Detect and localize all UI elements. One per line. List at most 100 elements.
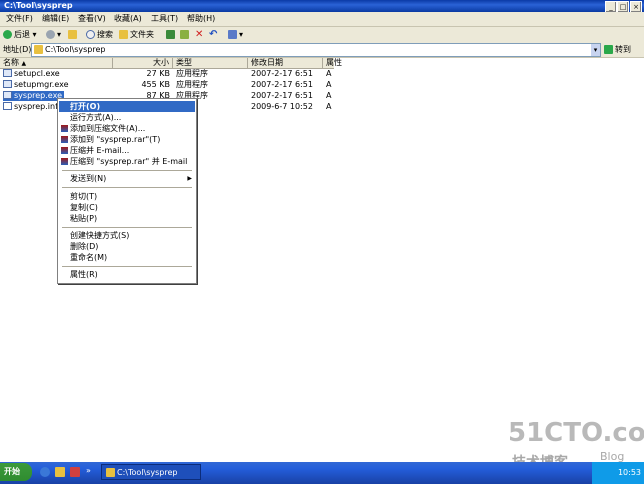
winrar-icon [61,136,68,143]
ctx-copy[interactable]: 复制(C) [59,202,195,213]
file-row[interactable]: setupmgr.exe 455 KB 应用程序 2007-2-17 6:51 … [0,80,334,90]
menu-separator [62,170,192,171]
column-type[interactable]: 类型 [173,58,248,68]
address-input[interactable]: C:\Tool\sysprep ▾ [31,43,601,57]
ctx-open[interactable]: 打开(O) [59,101,195,112]
menu-separator [62,227,192,228]
menu-help[interactable]: 帮助(H) [187,12,215,26]
file-size: 455 KB [141,80,170,89]
file-type: 应用程序 [176,80,208,89]
ctx-add-archive[interactable]: 添加到压缩文件(A)... [59,123,195,134]
ctx-rename[interactable]: 重命名(M) [59,252,195,263]
folder-icon [34,45,43,54]
file-name: sysprep.exe [3,91,64,101]
go-label: 转到 [615,45,631,54]
taskbar-window-item[interactable]: C:\Tool\sysprep [101,464,201,480]
forward-button[interactable]: ▾ [46,27,61,42]
views-button[interactable]: ▾ [228,27,243,42]
ctx-properties[interactable]: 属性(R) [59,269,195,280]
delete-button[interactable]: ✕ [195,27,203,42]
column-header: 名称 ▲ 大小 类型 修改日期 属性 [0,58,342,69]
system-tray: 10:53 [592,462,644,484]
delete-x-icon: ✕ [195,29,204,40]
folders-button[interactable]: 文件夹 [119,27,154,42]
file-modified: 2007-2-17 6:51 [251,69,313,78]
undo-icon: ↶ [209,29,218,40]
column-attr[interactable]: 属性 [323,58,342,68]
ctx-shortcut[interactable]: 创建快捷方式(S) [59,230,195,241]
go-button[interactable]: 转到 [604,42,631,57]
search-label: 搜索 [97,30,113,39]
menu-favorites[interactable]: 收藏(A) [114,12,142,26]
file-attr: A [326,91,332,100]
address-label: 地址(D) [3,45,32,54]
file-attr: A [326,80,332,89]
ie-icon[interactable] [40,467,50,477]
search-button[interactable]: 搜索 [86,27,113,42]
search-icon [86,30,95,39]
back-label: 后退 [14,30,30,39]
taskbar: 开始 » C:\Tool\sysprep 10:53 [0,462,644,484]
menu-tools[interactable]: 工具(T) [151,12,178,26]
file-modified: 2007-2-17 6:51 [251,80,313,89]
ctx-runas[interactable]: 运行方式(A)... [59,112,195,123]
inf-file-icon [3,102,12,110]
address-dropdown-icon[interactable]: ▾ [591,44,600,56]
file-name: setupcl.exe [3,69,60,79]
file-attr: A [326,102,332,111]
exe-file-icon [3,69,12,77]
title-bar: C:\Tool\sysprep _ □ × [0,0,644,13]
copy-to-button[interactable] [180,27,191,42]
explorer-icon[interactable] [55,467,65,477]
quicklaunch-more-icon[interactable]: » [86,466,91,475]
exe-file-icon [3,91,12,99]
address-bar: 地址(D) C:\Tool\sysprep ▾ 转到 [0,42,644,58]
move-to-button[interactable] [166,27,177,42]
views-icon [228,30,237,39]
menu-separator [62,266,192,267]
ctx-cut[interactable]: 剪切(T) [59,191,195,202]
menu-edit[interactable]: 编辑(E) [42,12,69,26]
exe-file-icon [3,80,12,88]
column-modified[interactable]: 修改日期 [248,58,323,68]
address-value: C:\Tool\sysprep [45,45,106,54]
file-size: 27 KB [146,69,170,78]
ctx-sendto[interactable]: 发送到(N) ▶ [59,173,195,184]
file-type: 应用程序 [176,69,208,78]
move-to-icon [166,30,175,39]
menu-view[interactable]: 查看(V) [78,12,106,26]
winrar-icon [61,158,68,165]
clock: 10:53 [617,468,641,477]
submenu-arrow-icon: ▶ [187,175,192,182]
folders-label: 文件夹 [130,30,154,39]
file-name: sysprep.inf [3,102,58,112]
winrar-icon [61,125,68,132]
copy-to-icon [180,30,189,39]
watermark-logo: 51CTO.com [508,418,644,448]
undo-button[interactable]: ↶ [209,27,217,42]
file-name: setupmgr.exe [3,80,69,90]
back-button[interactable]: 后退 ▾ [3,27,37,42]
go-arrow-icon [604,45,613,54]
app-icon[interactable] [70,467,80,477]
toolbar: 后退 ▾ ▾ 搜索 文件夹 ✕ ↶ ▾ [0,27,644,43]
up-folder-button[interactable] [68,27,79,42]
file-row[interactable]: setupcl.exe 27 KB 应用程序 2007-2-17 6:51 A [0,69,334,79]
column-name[interactable]: 名称 ▲ [0,58,113,68]
menu-separator [62,187,192,188]
folder-icon [106,468,115,477]
ctx-delete[interactable]: 删除(D) [59,241,195,252]
column-size[interactable]: 大小 [113,58,173,68]
file-modified: 2009-6-7 10:52 [251,102,313,111]
ctx-compress-email[interactable]: 压缩并 E-mail... [59,145,195,156]
menu-file[interactable]: 文件(F) [6,12,33,26]
ctx-compress-rar-email[interactable]: 压缩到 "sysprep.rar" 并 E-mail [59,156,195,167]
ctx-paste[interactable]: 粘贴(P) [59,213,195,224]
file-attr: A [326,69,332,78]
up-folder-icon [68,30,77,39]
folder-icon [119,30,128,39]
ctx-add-rar[interactable]: 添加到 "sysprep.rar"(T) [59,134,195,145]
winrar-icon [61,147,68,154]
start-button[interactable]: 开始 [0,463,32,481]
back-arrow-icon [3,30,12,39]
